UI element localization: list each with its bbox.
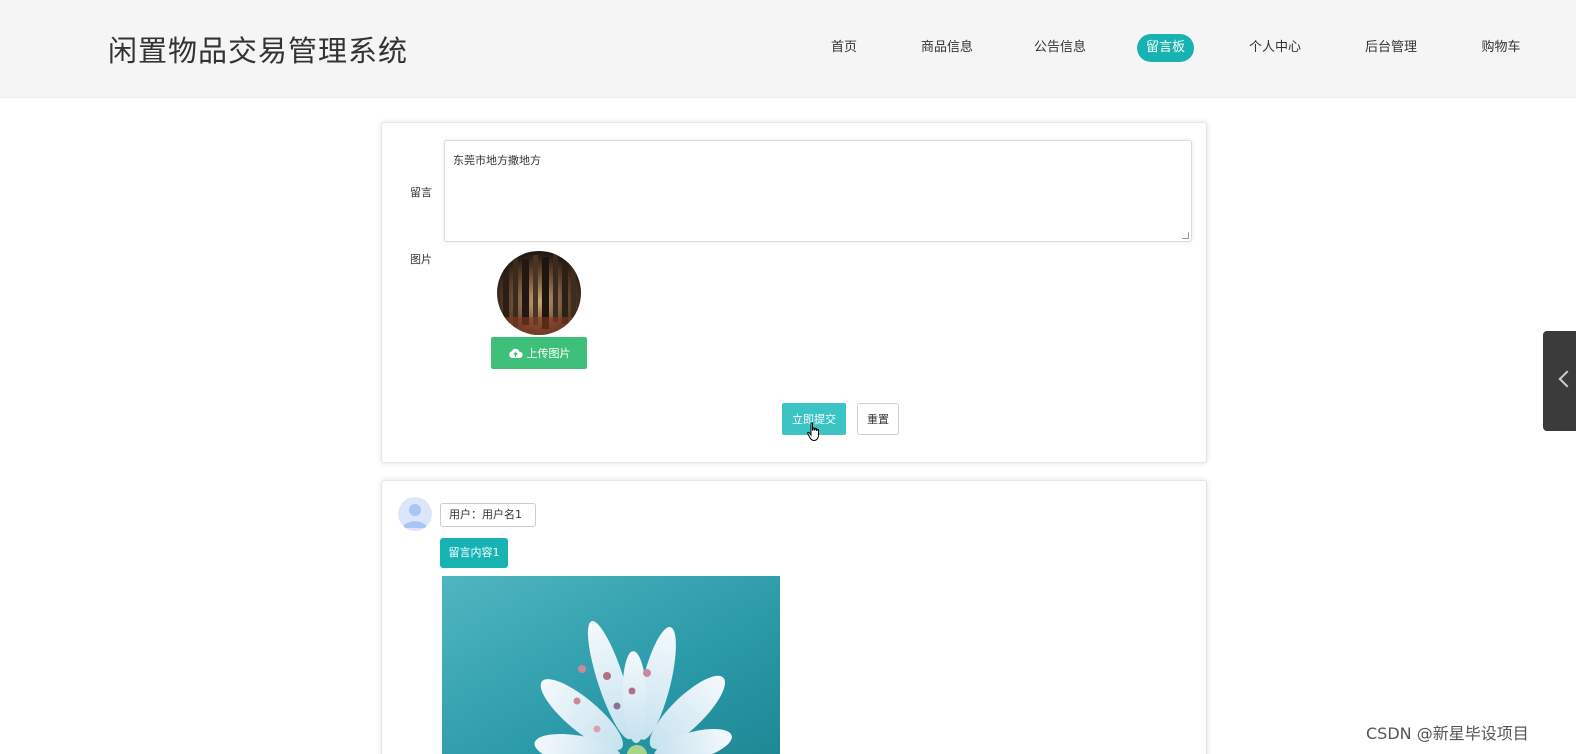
nav-announcements[interactable]: 公告信息: [1025, 34, 1095, 62]
nav-products[interactable]: 商品信息: [912, 34, 982, 62]
upload-button-label: 上传图片: [526, 347, 571, 360]
reset-button[interactable]: 重置: [857, 403, 899, 435]
message-label: 留言: [410, 186, 432, 199]
message-form-card: 留言 东莞市地方撒地方 图片 上传图片 立即提交 重置: [381, 122, 1207, 463]
image-label: 图片: [410, 253, 432, 266]
resize-handle[interactable]: [1182, 232, 1189, 239]
message-content-tag: 留言内容1: [440, 538, 508, 568]
side-drawer-toggle[interactable]: [1543, 331, 1576, 431]
site-title: 闲置物品交易管理系统: [108, 34, 409, 68]
cloud-upload-icon: [508, 348, 523, 358]
user-avatar: [398, 497, 432, 531]
nav-message-board[interactable]: 留言板: [1137, 34, 1194, 62]
nav-home[interactable]: 首页: [822, 34, 866, 62]
nav-admin[interactable]: 后台管理: [1356, 34, 1426, 62]
chevron-left-icon: [1558, 370, 1576, 388]
reset-button-label: 重置: [867, 413, 889, 426]
hand-cursor-icon: [807, 422, 819, 442]
watermark: CSDN @新星毕设项目: [1366, 724, 1529, 743]
nav-personal-center[interactable]: 个人中心: [1240, 34, 1310, 62]
message-user-tag: 用户：用户名1: [440, 503, 536, 527]
message-text: 东莞市地方撒地方: [453, 154, 541, 167]
message-textarea[interactable]: 东莞市地方撒地方: [444, 140, 1192, 242]
upload-image-button[interactable]: 上传图片: [491, 337, 587, 369]
message-photo: [442, 576, 780, 754]
site-header: 闲置物品交易管理系统 首页 商品信息 公告信息 留言板 个人中心 后台管理 购物…: [0, 0, 1576, 98]
uploaded-image-preview: [497, 251, 581, 335]
message-item-card: 用户：用户名1 留言内容1: [381, 480, 1207, 754]
nav-cart[interactable]: 购物车: [1473, 34, 1529, 62]
